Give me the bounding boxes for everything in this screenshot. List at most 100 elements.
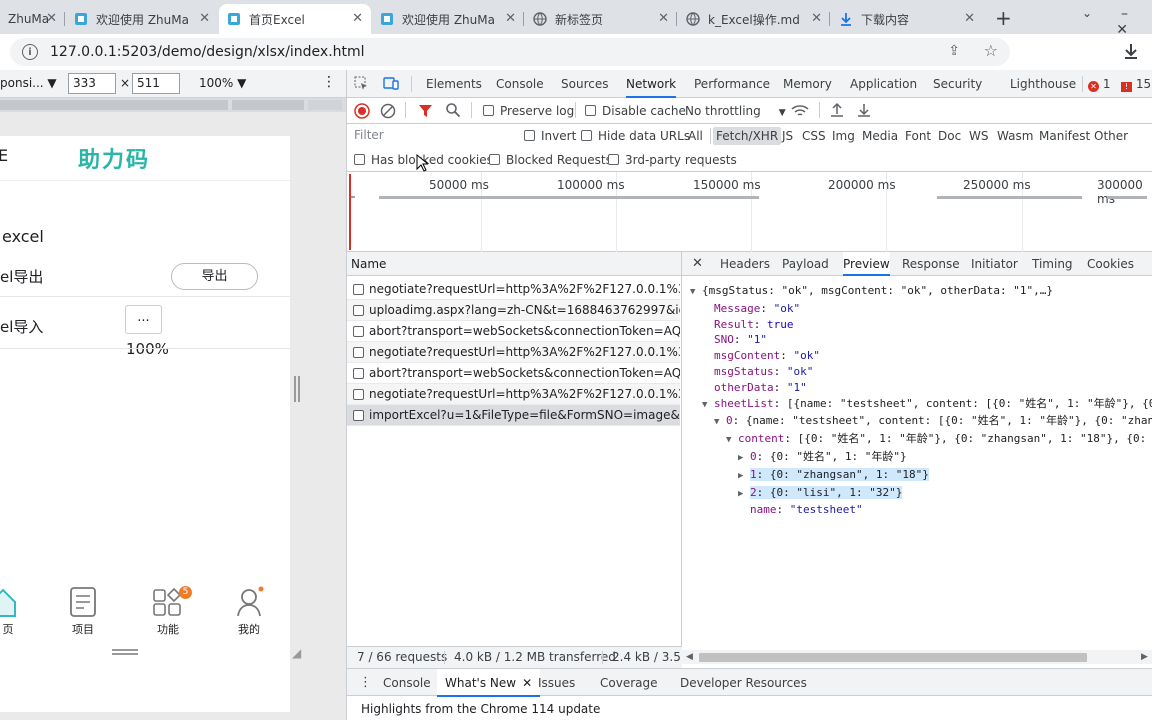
zoom-select[interactable]: 100% ▼ bbox=[199, 76, 246, 90]
throttling-select[interactable]: No throttling ▼ bbox=[685, 98, 786, 124]
minimize-icon[interactable]: – bbox=[1121, 6, 1150, 22]
drawer-tab-issues[interactable]: Issues bbox=[538, 669, 575, 697]
filter-wasm[interactable]: Wasm bbox=[997, 124, 1033, 148]
tab-lighthouse[interactable]: Lighthouse bbox=[1010, 70, 1076, 98]
json-line[interactable]: ▼ {msgStatus: "ok", msgContent: "ok", oth… bbox=[690, 283, 1152, 301]
expand-right-icon[interactable]: ▶ bbox=[738, 451, 750, 467]
url-text[interactable]: 127.0.0.1:5203/demo/design/xlsx/index.ht… bbox=[50, 44, 365, 60]
close-icon[interactable]: ✕ bbox=[46, 11, 57, 26]
scrollbar-thumb[interactable] bbox=[699, 653, 1087, 662]
device-height-input[interactable]: 511 bbox=[132, 73, 180, 94]
detail-tab-cookies[interactable]: Cookies bbox=[1087, 252, 1134, 276]
json-line[interactable]: ▶ 0: {0: "姓名", 1: "年龄"} bbox=[690, 449, 1152, 467]
browser-tab-1[interactable]: ZhuMa ✕ bbox=[0, 4, 65, 34]
expand-down-icon[interactable]: ▼ bbox=[702, 398, 714, 414]
warning-counter[interactable]: ! 15 bbox=[1121, 70, 1151, 98]
drawer-tab-coverage[interactable]: Coverage bbox=[600, 669, 658, 697]
filter-fetch-xhr[interactable]: Fetch/XHR bbox=[713, 127, 782, 145]
tab-application[interactable]: Application bbox=[850, 70, 917, 98]
import-har-icon[interactable] bbox=[829, 102, 845, 121]
browser-tab-4[interactable]: 欢迎使用 ZhuMa ✕ bbox=[372, 4, 524, 34]
tab-memory[interactable]: Memory bbox=[783, 70, 832, 98]
close-icon[interactable]: ✕ bbox=[658, 11, 669, 26]
expand-right-icon[interactable]: ▶ bbox=[738, 469, 750, 485]
nav-item-features[interactable]: 5 功能 bbox=[148, 586, 192, 637]
search-icon[interactable] bbox=[445, 102, 461, 121]
json-line[interactable]: ▼ content: [{0: "姓名", 1: "年龄"}, {0: "zhan… bbox=[690, 431, 1152, 449]
expand-down-icon[interactable]: ▼ bbox=[714, 415, 726, 431]
filter-ws[interactable]: WS bbox=[969, 124, 988, 148]
nav-item-project[interactable]: 项目 bbox=[66, 586, 100, 637]
tab-sources[interactable]: Sources bbox=[561, 70, 608, 98]
nav-item-home[interactable]: 页 bbox=[0, 586, 18, 637]
browser-tab-5[interactable]: 新标签页 ✕ bbox=[525, 4, 677, 34]
device-mode-select[interactable]: ponsi... ▼ bbox=[0, 76, 57, 90]
corner-resize-icon[interactable]: ◢ bbox=[292, 646, 301, 660]
detail-tab-payload[interactable]: Payload bbox=[782, 252, 829, 276]
export-har-icon[interactable] bbox=[856, 102, 872, 121]
request-row-selected[interactable]: importExcel?u=1&FileType=file&FormSNO=im… bbox=[347, 405, 680, 426]
detail-tab-response[interactable]: Response bbox=[902, 252, 960, 276]
network-overview[interactable]: 50000 ms 100000 ms 150000 ms 200000 ms 2… bbox=[347, 172, 1152, 252]
json-line[interactable]: ▼ sheetList: [{name: "testsheet", content… bbox=[690, 396, 1152, 414]
drawer-tab-console[interactable]: Console bbox=[383, 669, 431, 697]
clear-icon[interactable] bbox=[380, 103, 396, 122]
filter-doc[interactable]: Doc bbox=[938, 124, 961, 148]
drawer-tab-developer-resources[interactable]: Developer Resources bbox=[680, 669, 807, 697]
drawer-tab-whats-new[interactable]: What's New ✕ bbox=[437, 669, 541, 697]
filter-input[interactable]: Filter bbox=[351, 126, 511, 146]
new-tab-icon[interactable]: + bbox=[995, 6, 1012, 30]
invert-checkbox[interactable]: Invert bbox=[524, 124, 576, 148]
detail-tab-timing[interactable]: Timing bbox=[1032, 252, 1073, 276]
record-icon[interactable] bbox=[354, 103, 370, 122]
filter-manifest[interactable]: Manifest bbox=[1039, 124, 1090, 148]
request-row[interactable]: negotiate?requestUrl=http%3A%2F%2F127.0.… bbox=[347, 279, 680, 300]
info-icon[interactable]: i bbox=[22, 44, 38, 60]
disable-cache-checkbox[interactable]: Disable cache bbox=[585, 98, 686, 124]
detail-tab-initiator[interactable]: Initiator bbox=[971, 252, 1018, 276]
scroll-right-icon[interactable]: ▶ bbox=[1141, 652, 1148, 662]
json-line[interactable]: ▶ 1: {0: "zhangsan", 1: "18"} bbox=[690, 467, 1152, 485]
blocked-requests-checkbox[interactable]: Blocked Requests bbox=[489, 148, 612, 172]
json-line[interactable]: ▼ 0: {name: "testsheet", content: [{0: "姓… bbox=[690, 413, 1152, 431]
close-icon[interactable]: ✕ bbox=[352, 11, 363, 26]
browser-tab-3[interactable]: 首页Excel ✕ bbox=[219, 4, 371, 34]
preview-scrollbar[interactable]: ◀ ▶ bbox=[682, 650, 1152, 664]
filter-img[interactable]: Img bbox=[832, 124, 855, 148]
filter-icon[interactable] bbox=[418, 103, 433, 121]
filter-other[interactable]: Other bbox=[1094, 124, 1128, 148]
expand-right-icon[interactable]: ▶ bbox=[738, 487, 750, 503]
nav-item-profile[interactable]: 我的 bbox=[232, 586, 266, 637]
third-party-checkbox[interactable]: 3rd-party requests bbox=[608, 148, 737, 172]
close-icon[interactable]: ✕ bbox=[522, 676, 532, 690]
browser-tab-2[interactable]: 欢迎使用 ZhuMa ✕ bbox=[66, 4, 218, 34]
omnibox[interactable]: i 127.0.0.1:5203/demo/design/xlsx/index.… bbox=[10, 38, 1010, 66]
scroll-left-icon[interactable]: ◀ bbox=[686, 652, 693, 662]
bookmark-star-icon[interactable]: ☆ bbox=[984, 41, 998, 60]
network-conditions-icon[interactable] bbox=[791, 103, 809, 122]
side-resize-handle[interactable] bbox=[294, 376, 300, 402]
request-row[interactable]: negotiate?requestUrl=http%3A%2F%2F127.0.… bbox=[347, 342, 680, 363]
close-detail-icon[interactable]: ✕ bbox=[692, 252, 703, 276]
detail-tab-headers[interactable]: Headers bbox=[720, 252, 770, 276]
browser-tab-7[interactable]: 下载内容 ✕ bbox=[831, 4, 983, 34]
expand-down-icon[interactable]: ▼ bbox=[690, 285, 702, 301]
drawer-menu-icon[interactable]: ⋮ bbox=[359, 669, 372, 697]
filter-media[interactable]: Media bbox=[862, 124, 898, 148]
downloads-icon[interactable] bbox=[1122, 42, 1140, 63]
name-column-header[interactable]: Name bbox=[347, 252, 681, 276]
device-width-input[interactable]: 333 bbox=[68, 73, 116, 94]
close-icon[interactable]: ✕ bbox=[199, 11, 210, 26]
close-icon[interactable]: ✕ bbox=[505, 11, 516, 26]
detail-tab-preview[interactable]: Preview bbox=[843, 252, 890, 276]
error-counter[interactable]: ✕ 1 bbox=[1088, 70, 1110, 98]
device-toggle-icon[interactable] bbox=[383, 70, 399, 98]
filter-js[interactable]: JS bbox=[782, 124, 793, 148]
request-row[interactable]: negotiate?requestUrl=http%3A%2F%2F127.0.… bbox=[347, 384, 680, 405]
export-button[interactable]: 导出 bbox=[171, 263, 258, 290]
browser-tab-6[interactable]: k_Excel操作.md ✕ bbox=[678, 4, 830, 34]
tab-security[interactable]: Security bbox=[933, 70, 982, 98]
hide-data-urls-checkbox[interactable]: Hide data URLs bbox=[581, 124, 690, 148]
inspect-element-icon[interactable] bbox=[353, 70, 369, 98]
filter-all[interactable]: All bbox=[688, 124, 703, 148]
